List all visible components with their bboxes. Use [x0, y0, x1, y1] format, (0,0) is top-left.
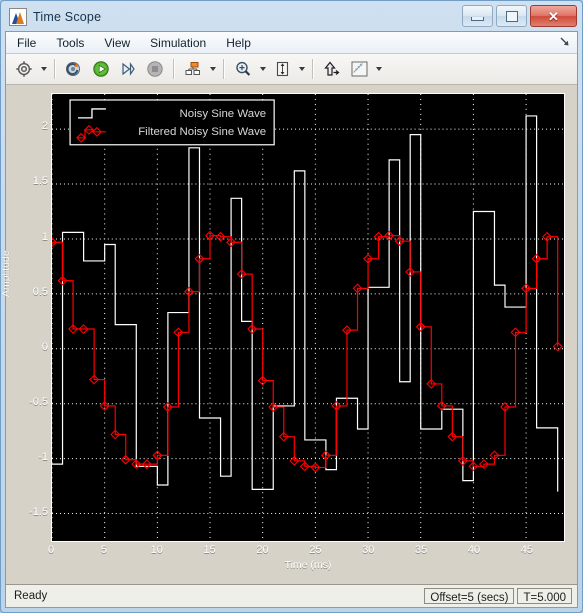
- window-title: Time Scope: [33, 10, 102, 24]
- x-tick-label: 20: [256, 544, 269, 556]
- x-tick-label: 25: [309, 544, 322, 556]
- measurements-button[interactable]: [346, 56, 372, 82]
- menu-view[interactable]: View: [95, 34, 139, 52]
- x-tick-label: 5: [100, 544, 107, 556]
- x-axis-ticks: 0 5 10 15 20 25 30 35 40 45: [47, 544, 565, 560]
- maximize-button[interactable]: [496, 5, 527, 27]
- close-icon: ✕: [548, 8, 559, 24]
- autoscale-button[interactable]: [269, 56, 295, 82]
- x-tick-label: 0: [47, 544, 55, 556]
- toolbar-separator: [54, 59, 56, 79]
- simulink-model-icon: [185, 62, 200, 75]
- zoom-dropdown-arrow[interactable]: [257, 57, 268, 81]
- scope-display: 2 1.5 1 0.5 0 -0.5 -1 -1.5 Amplitude Noisy Sine…: [0, 85, 577, 584]
- stop-button[interactable]: [142, 56, 168, 82]
- zoom-in-button[interactable]: [230, 56, 256, 82]
- x-tick-label: 30: [362, 544, 375, 556]
- menu-help[interactable]: Help: [217, 34, 260, 52]
- close-button[interactable]: ✕: [530, 5, 577, 27]
- y-axis-ticks: 2 1.5 1 0.5 0 -0.5 -1 -1.5: [6, 93, 48, 542]
- maximize-icon: [505, 10, 518, 22]
- gear-icon: [16, 61, 32, 77]
- zoom-in-icon: [235, 61, 250, 76]
- stop-icon: [146, 61, 163, 77]
- toolbar-separator: [223, 59, 225, 79]
- run-button[interactable]: [88, 56, 114, 82]
- menu-bar: File Tools View Simulation Help: [6, 32, 577, 54]
- y-tick-label: 1: [41, 230, 48, 243]
- play-icon: [92, 61, 109, 77]
- toolbar: [6, 54, 577, 85]
- title-bar: Time Scope ✕: [4, 4, 579, 30]
- scale-axes-icon: [323, 61, 339, 76]
- menu-file[interactable]: File: [8, 34, 45, 52]
- x-axis-label: Time (ms): [284, 559, 332, 571]
- step-forward-icon: [121, 62, 135, 76]
- y-tick-label: 2: [41, 120, 48, 133]
- y-tick-label: -1.5: [29, 506, 48, 519]
- y-tick-label: 0: [41, 340, 48, 353]
- menu-tools[interactable]: Tools: [47, 34, 93, 52]
- y-tick-label: -1: [38, 451, 48, 464]
- matlab-icon: [9, 8, 27, 26]
- window-controls: ✕: [462, 5, 577, 27]
- x-tick-label: 45: [520, 544, 534, 556]
- x-tick-label: 35: [415, 544, 428, 556]
- minimize-icon: [471, 16, 484, 21]
- y-tick-label: 0.5: [32, 285, 48, 298]
- run-back-icon: [65, 62, 80, 76]
- time-scope-window: Time Scope ✕ File Tools View Simulation …: [0, 0, 583, 613]
- simulink-model-button[interactable]: [180, 56, 206, 82]
- status-bar: Ready Offset=5 (secs) T=5.000: [6, 584, 577, 607]
- x-tick-label: 15: [203, 544, 216, 556]
- configuration-button[interactable]: [11, 56, 37, 82]
- x-tick-label: 40: [467, 544, 481, 556]
- signal-plot: [52, 94, 564, 541]
- autoscale-icon: [276, 61, 288, 77]
- undock-arrow-icon[interactable]: [559, 36, 571, 48]
- measurements-icon: [351, 61, 367, 77]
- simulink-model-dropdown-arrow[interactable]: [207, 57, 218, 81]
- configuration-dropdown-arrow[interactable]: [38, 57, 49, 81]
- y-axis-label: Amplitude: [0, 250, 12, 297]
- status-time: T=5.000: [517, 588, 572, 604]
- status-offset: Offset=5 (secs): [424, 588, 515, 604]
- plot-area[interactable]: Noisy Sine Wave Filtered Noisy Sine Wave: [51, 93, 565, 542]
- y-tick-label: 1.5: [32, 175, 48, 188]
- minimize-button[interactable]: [462, 5, 493, 27]
- menu-simulation[interactable]: Simulation: [141, 34, 215, 52]
- autoscale-dropdown-arrow[interactable]: [296, 57, 307, 81]
- status-message: Ready: [14, 590, 48, 602]
- client-area: File Tools View Simulation Help 2 1.5 1 …: [0, 31, 578, 608]
- measurements-dropdown-arrow[interactable]: [373, 57, 384, 81]
- y-tick-label: -0.5: [29, 396, 48, 409]
- scale-axes-limits-button[interactable]: [319, 56, 345, 82]
- toolbar-separator: [312, 59, 314, 79]
- toolbar-separator: [173, 59, 175, 79]
- x-tick-label: 10: [150, 544, 163, 556]
- step-forward-button[interactable]: [115, 56, 141, 82]
- run-from-start-button[interactable]: [61, 56, 87, 82]
